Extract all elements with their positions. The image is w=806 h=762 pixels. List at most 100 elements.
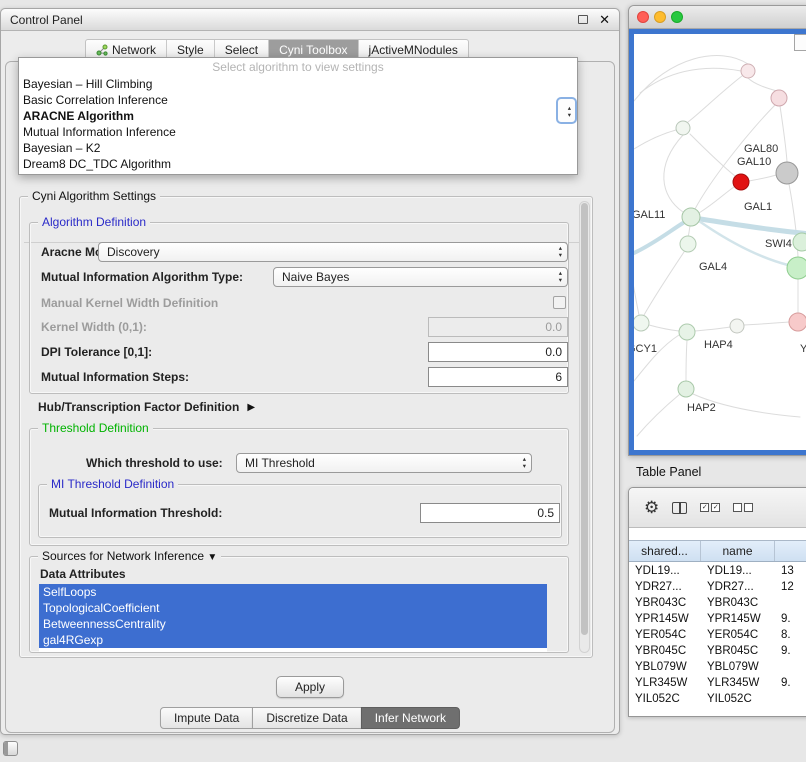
data-attribute-item[interactable]: TopologicalCoefficient (39, 600, 547, 616)
group-title: Threshold Definition (38, 421, 153, 436)
bottom-tab-impute-data[interactable]: Impute Data (160, 707, 253, 729)
network-node[interactable] (634, 315, 649, 331)
table-cell: YDR27... (701, 579, 775, 595)
network-node[interactable] (676, 121, 690, 135)
table-row[interactable]: YDR27...YDR27...12 (629, 579, 806, 595)
table-row[interactable]: YDL19...YDL19...13 (629, 563, 806, 579)
network-node[interactable] (679, 324, 695, 340)
network-node[interactable] (733, 174, 749, 190)
table-cell: YLR345W (629, 675, 701, 691)
select-all-columns-icon[interactable]: ✓ ✓ (700, 503, 720, 512)
collapse-down-icon[interactable]: ▼ (207, 552, 217, 563)
bottom-tab-discretize-data[interactable]: Discretize Data (252, 707, 361, 729)
minimize-traffic-light[interactable] (654, 11, 666, 23)
tab-label: jActiveMNodules (369, 43, 458, 57)
data-attribute-item[interactable]: BetweennessCentrality (39, 616, 547, 632)
settings-scrollbar[interactable] (579, 201, 590, 653)
network-edge (634, 130, 676, 149)
column-header[interactable] (775, 541, 806, 561)
network-node[interactable] (682, 208, 700, 226)
algorithm-option-bayesian-hill-climbing[interactable]: Bayesian – Hill Climbing (19, 76, 577, 92)
network-node[interactable] (771, 90, 787, 106)
bottom-tab-infer-network[interactable]: Infer Network (361, 707, 460, 729)
which-threshold-select[interactable]: MI Threshold ▴▾ (236, 453, 532, 473)
scrollbar-thumb[interactable] (581, 203, 588, 635)
manual-kernel-width-checkbox (553, 296, 566, 309)
column-header[interactable]: shared... (629, 541, 701, 561)
network-edge (744, 322, 789, 325)
dpi-tolerance-field[interactable]: 0.0 (428, 342, 568, 362)
data-attributes-list: SelfLoopsTopologicalCoefficientBetweenne… (39, 584, 547, 652)
mi-threshold-field[interactable]: 0.5 (420, 503, 560, 523)
table-cell: YPR145W (629, 611, 701, 627)
float-window-icon[interactable] (578, 15, 588, 24)
column-selector-icon[interactable] (672, 502, 687, 514)
table-cell (775, 659, 806, 675)
close-icon[interactable]: ✕ (599, 13, 610, 26)
network-node[interactable] (678, 381, 694, 397)
table-row[interactable]: YPR145WYPR145W9. (629, 611, 806, 627)
data-attribute-item[interactable]: gal4RGexp (39, 632, 547, 648)
network-edge (649, 325, 679, 331)
cyni-algorithm-settings-group: Cyni Algorithm Settings Algorithm Defini… (19, 196, 593, 658)
table-cell: YLR345W (701, 675, 775, 691)
network-node[interactable] (680, 236, 696, 252)
threshold-definition-group: Threshold Definition Which threshold to … (29, 428, 569, 546)
aracne-mode-select[interactable]: Discovery ▴▾ (98, 242, 568, 262)
network-node[interactable] (789, 313, 806, 331)
algorithm-option-dream8-dc-tdc-algorithm[interactable]: Dream8 DC_TDC Algorithm (19, 156, 577, 172)
table-cell: YBR043C (629, 595, 701, 611)
sources-title[interactable]: Sources for Network Inference ▼ (38, 549, 221, 565)
algorithm-option-mutual-information-inference[interactable]: Mutual Information Inference (19, 124, 577, 140)
network-node[interactable] (776, 162, 798, 184)
deselect-all-columns-icon[interactable] (733, 503, 753, 512)
network-node[interactable] (730, 319, 744, 333)
zoom-traffic-light[interactable] (671, 11, 683, 23)
algorithm-option-basic-correlation-inference[interactable]: Basic Correlation Inference (19, 92, 577, 108)
network-window-titlebar[interactable] (629, 6, 806, 29)
data-attribute-item[interactable]: SelfLoops (39, 584, 547, 600)
table-row[interactable]: YIL052CYIL052C (629, 691, 806, 707)
table-row[interactable]: YLR345WYLR345W9. (629, 675, 806, 691)
network-node-label: HAP2 (687, 402, 716, 414)
network-node[interactable] (741, 64, 755, 78)
network-edge (690, 134, 735, 176)
algorithm-option-bayesian-k2[interactable]: Bayesian – K2 (19, 140, 577, 156)
dpi-tolerance-label: DPI Tolerance [0,1]: (41, 342, 152, 362)
table-cell: YDR27... (629, 579, 701, 595)
network-node[interactable] (787, 257, 806, 279)
network-edge (688, 76, 742, 122)
collapsed-panel-icon[interactable] (3, 741, 18, 756)
window-title: Control Panel (10, 13, 83, 27)
table-settings-gear-icon[interactable]: ⚙ (644, 499, 659, 516)
network-edge (695, 327, 730, 331)
network-edge (634, 335, 679, 381)
column-header[interactable]: name (701, 541, 775, 561)
network-edge (749, 175, 776, 181)
table-row[interactable]: YER054CYER054C8. (629, 627, 806, 643)
table-cell: YBR043C (701, 595, 775, 611)
expand-right-icon[interactable]: ▶ (247, 402, 255, 413)
hub-transcription-factor-section[interactable]: Hub/Transcription Factor Definition ▶ (38, 398, 255, 416)
network-edge (686, 340, 687, 381)
table-row[interactable]: YBR045CYBR045C9. (629, 643, 806, 659)
table-row[interactable]: YBL079WYBL079W (629, 659, 806, 675)
network-view-window: GAL80GAL10GAL11GAL1SWI4GAL4GCY1HAP4HAP2Y (628, 5, 806, 456)
data-attributes-label: Data Attributes (40, 567, 126, 581)
network-node[interactable] (793, 233, 806, 251)
close-traffic-light[interactable] (637, 11, 649, 23)
apply-button[interactable]: Apply (276, 676, 344, 698)
table-cell: YPR145W (701, 611, 775, 627)
table-row[interactable]: YBR043CYBR043C (629, 595, 806, 611)
control-panel-titlebar[interactable]: Control Panel ✕ (1, 9, 619, 31)
table-cell: YER054C (629, 627, 701, 643)
algorithm-option-aracne-algorithm[interactable]: ARACNE Algorithm (19, 108, 577, 124)
algorithm-combobox-fragment[interactable]: ▴▾ (556, 97, 577, 124)
network-corner-widget[interactable] (794, 34, 806, 51)
dropdown-placeholder: Select algorithm to view settings (19, 58, 577, 76)
network-canvas[interactable]: GAL80GAL10GAL11GAL1SWI4GAL4GCY1HAP4HAP2Y (629, 29, 806, 455)
mi-steps-field[interactable]: 6 (428, 367, 568, 387)
which-threshold-label: Which threshold to use: (86, 453, 223, 473)
desktop: Control Panel ✕ NetworkStyleSelectCyni T… (0, 0, 806, 762)
mi-algorithm-type-select[interactable]: Naive Bayes ▴▾ (273, 267, 568, 287)
